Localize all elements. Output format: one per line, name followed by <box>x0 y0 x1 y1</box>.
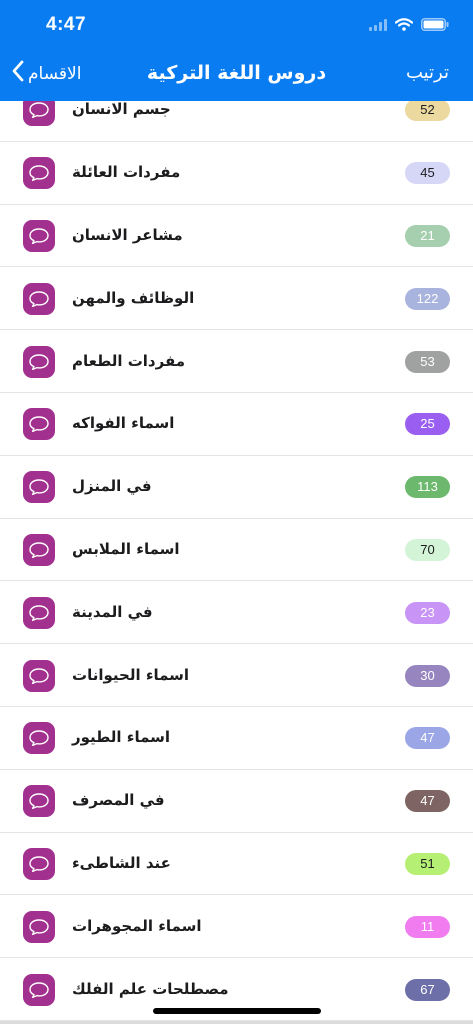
count-badge: 53 <box>405 350 450 373</box>
lesson-title: مصطلحات علم الفلك <box>72 979 229 998</box>
list-item[interactable]: في المصرف 47 <box>0 770 473 833</box>
chat-bubble-icon <box>23 973 55 1006</box>
lesson-title: اسماء الفواكه <box>72 414 175 433</box>
lesson-title: جسم الانسان <box>72 100 171 119</box>
page-title: دروس اللغة التركية <box>146 62 327 84</box>
count-badge: 67 <box>405 978 450 1001</box>
count-badge: 113 <box>405 476 450 499</box>
list-item[interactable]: اسماء الفواكه 25 <box>0 393 473 456</box>
chat-bubble-icon <box>23 722 55 755</box>
lessons-list: جسم الانسان 52 مفردات العائلة 45 مشاعر الانس… <box>0 79 473 1021</box>
home-indicator <box>153 1008 321 1014</box>
lesson-title: مفردات العائلة <box>72 163 181 182</box>
chat-bubble-icon <box>23 219 55 252</box>
chat-bubble-icon <box>23 345 55 378</box>
chat-bubble-icon <box>23 408 55 441</box>
list-item[interactable]: مشاعر الانسان 21 <box>0 205 473 268</box>
lesson-title: اسماء الطيور <box>72 728 171 747</box>
lesson-title: في المصرف <box>72 791 165 810</box>
chat-bubble-icon <box>23 533 55 566</box>
lesson-title: عند الشاطىء <box>72 853 171 872</box>
lesson-title: مشاعر الانسان <box>72 225 183 244</box>
list-item[interactable]: اسماء الملابس 70 <box>0 519 473 582</box>
count-badge: 47 <box>405 790 450 813</box>
status-icons <box>369 16 449 35</box>
chat-bubble-icon <box>23 157 55 190</box>
chat-bubble-icon <box>23 659 55 692</box>
navigation-header: 4:47 الاقسام دروس اللغة التركية ترتيب <box>0 0 473 101</box>
count-badge: 51 <box>405 852 450 875</box>
count-badge: 47 <box>405 727 450 750</box>
list-item[interactable]: اسماء الحيوانات 30 <box>0 644 473 707</box>
count-badge: 45 <box>405 162 450 185</box>
count-badge: 25 <box>405 413 450 436</box>
list-item[interactable]: اسماء الطيور 47 <box>0 707 473 770</box>
sort-button[interactable]: ترتيب <box>406 62 449 83</box>
list-item[interactable]: عند الشاطىء 51 <box>0 833 473 896</box>
chat-bubble-icon <box>23 471 55 504</box>
signal-icon <box>369 16 387 35</box>
list-item[interactable]: في المدينة 23 <box>0 581 473 645</box>
lesson-title: الوظائف والمهن <box>72 288 195 307</box>
battery-icon <box>421 16 449 35</box>
list-item[interactable]: مفردات الطعام 53 <box>0 330 473 393</box>
list-item[interactable]: في المنزل 113 <box>0 456 473 519</box>
count-badge: 23 <box>405 601 450 624</box>
chat-bubble-icon <box>23 847 55 880</box>
count-badge: 30 <box>405 664 450 687</box>
list-item[interactable]: مفردات العائلة 45 <box>0 142 473 205</box>
chat-bubble-icon <box>23 785 55 818</box>
lesson-title: اسماء الحيوانات <box>72 665 190 684</box>
lesson-title: مفردات الطعام <box>72 351 186 370</box>
lesson-title: في المنزل <box>72 477 152 496</box>
count-badge: 122 <box>405 287 450 310</box>
list-item[interactable]: الوظائف والمهن 122 <box>0 267 473 331</box>
count-badge: 52 <box>405 99 450 122</box>
count-badge: 70 <box>405 538 450 561</box>
lesson-title: في المدينة <box>72 602 153 621</box>
lesson-title: اسماء المجوهرات <box>72 916 202 935</box>
count-badge: 11 <box>405 915 450 938</box>
status-time: 4:47 <box>46 14 87 35</box>
count-badge: 21 <box>405 224 450 247</box>
chat-bubble-icon <box>23 596 55 629</box>
wifi-icon <box>394 16 414 35</box>
chat-bubble-icon <box>23 282 55 315</box>
chat-bubble-icon <box>23 910 55 943</box>
list-item[interactable]: اسماء المجوهرات 11 <box>0 895 473 959</box>
lesson-title: اسماء الملابس <box>72 539 180 558</box>
